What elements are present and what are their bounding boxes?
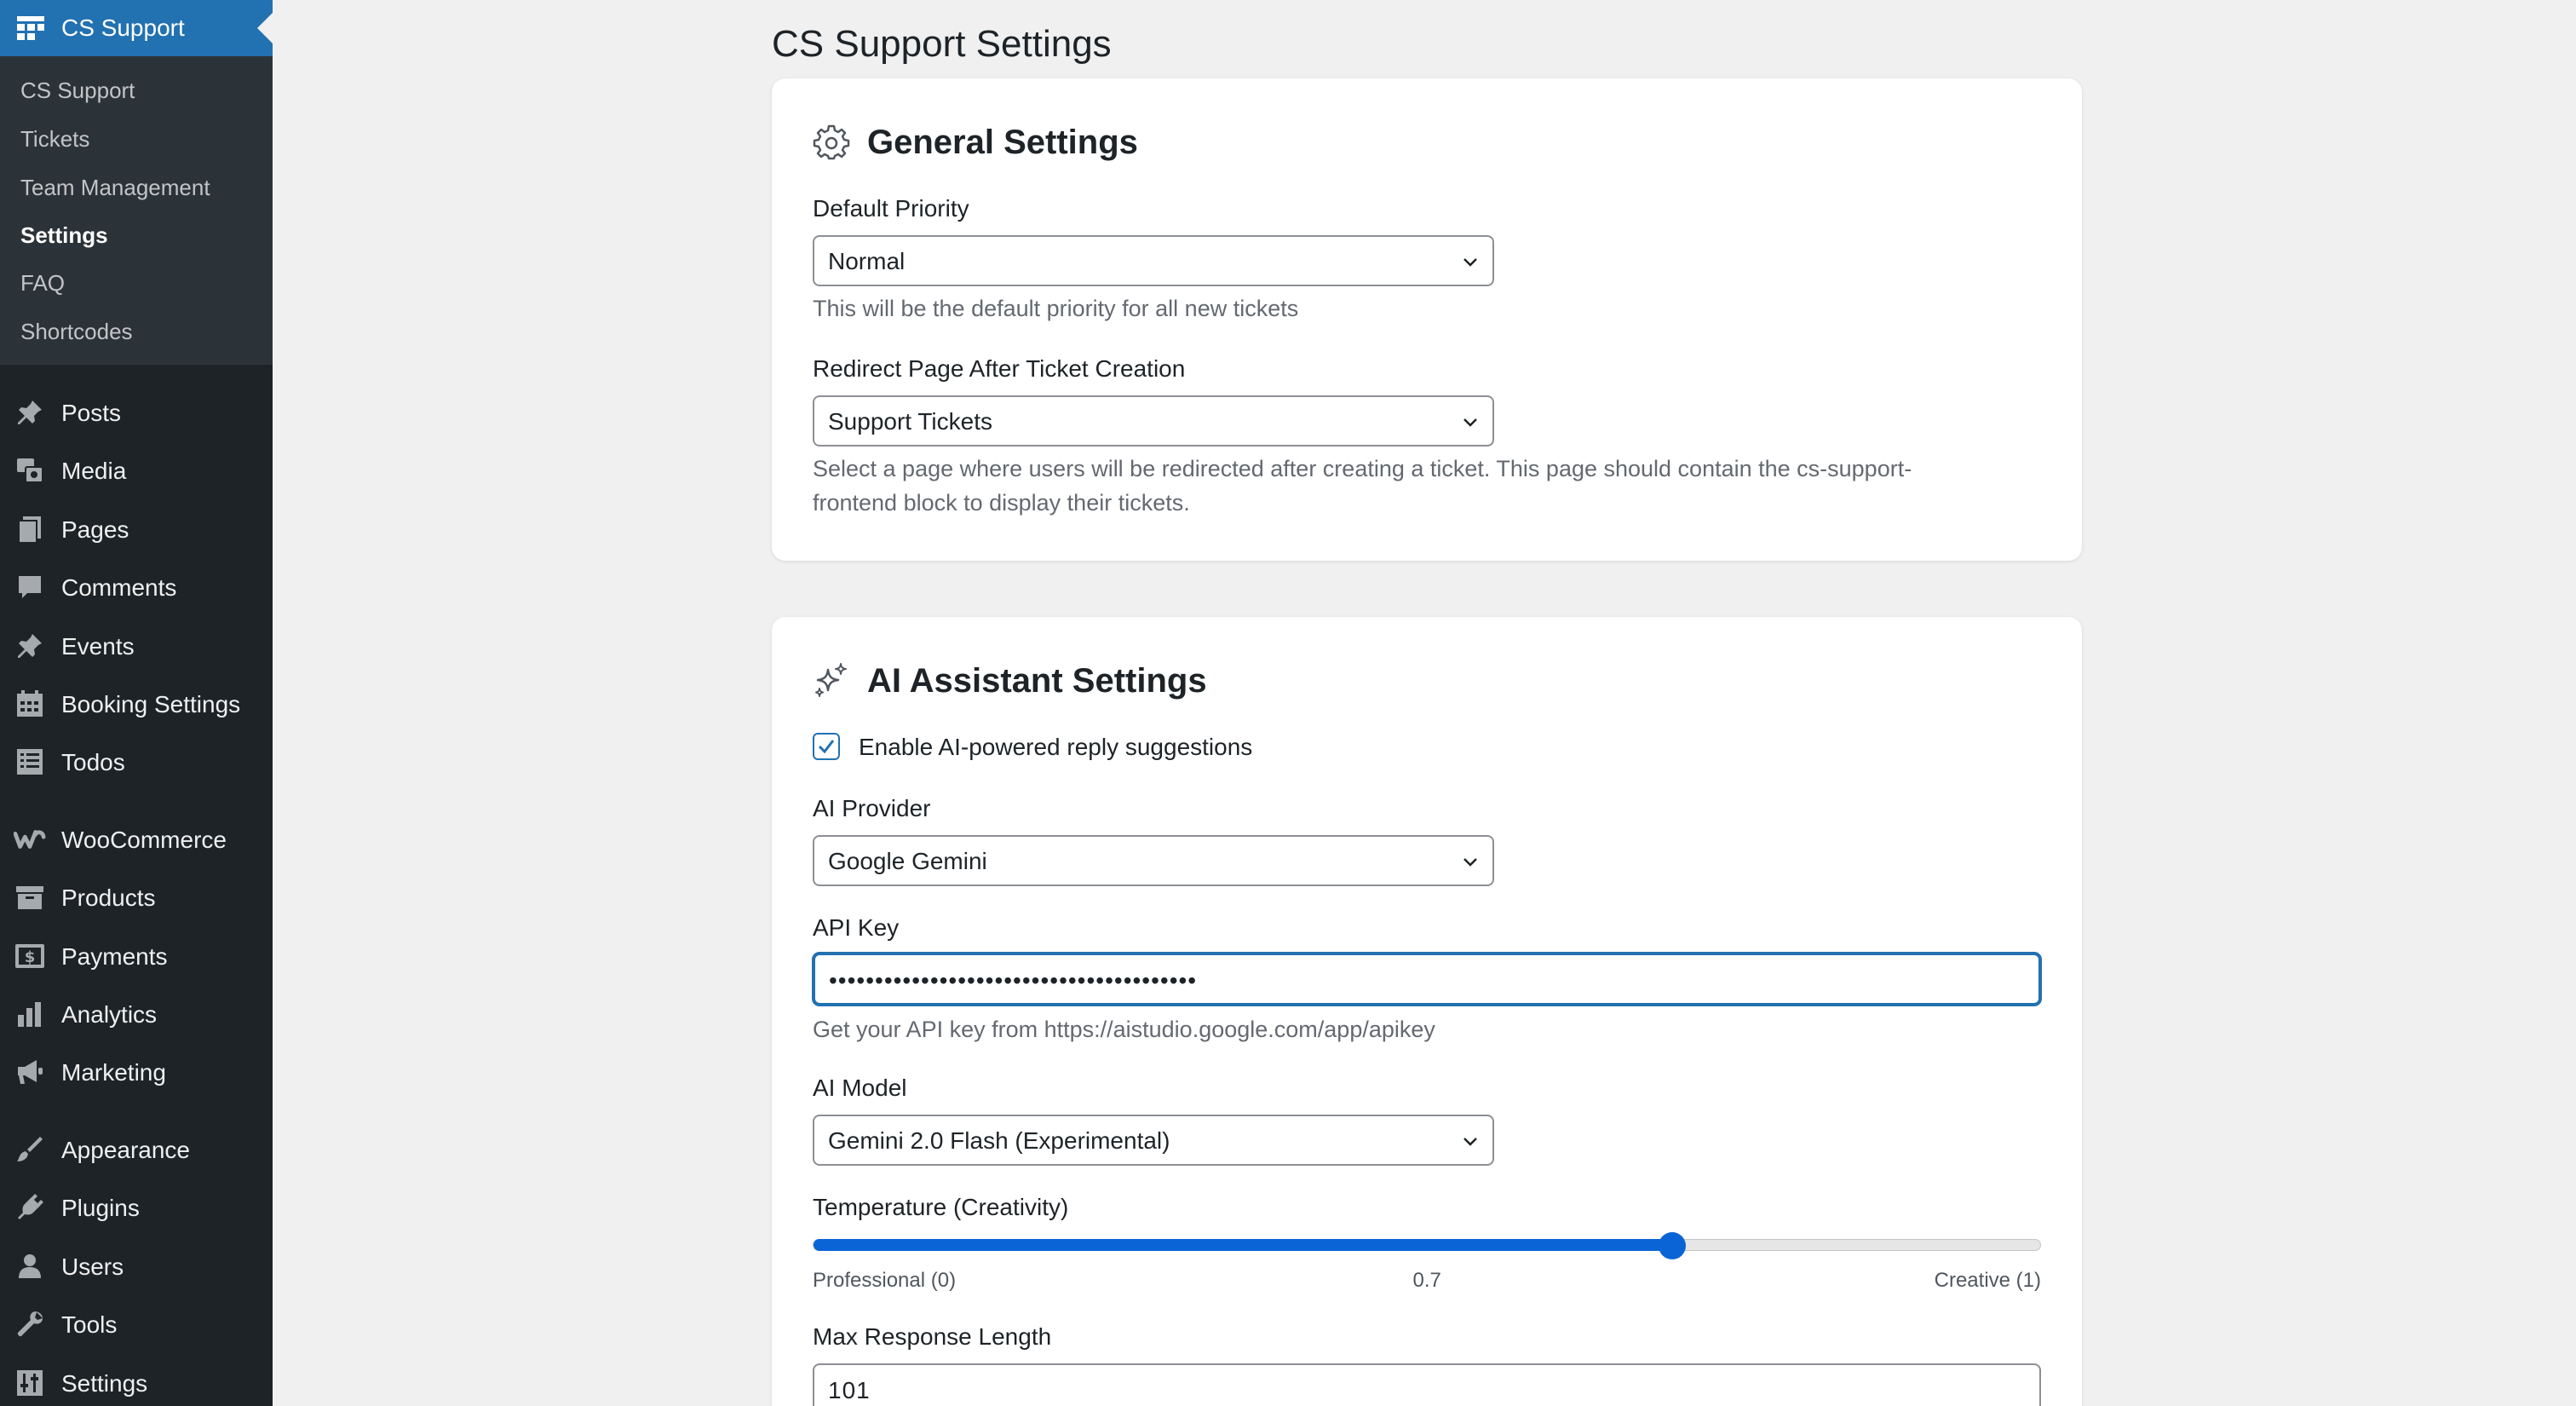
ai-provider-value: Google Gemini <box>828 848 987 874</box>
media-icon <box>14 455 46 486</box>
submenu-item-cs-support[interactable]: CS Support <box>20 77 135 104</box>
list-icon <box>14 746 46 777</box>
sidebar-item-payments[interactable]: $ Payments <box>0 931 273 982</box>
chevron-down-icon <box>1463 1138 1477 1146</box>
page-title: CS Support Settings <box>772 23 1112 65</box>
ai-provider-label: AI Provider <box>813 795 931 821</box>
sparkles-icon <box>815 663 847 697</box>
sidebar-item-media[interactable]: Media <box>0 445 273 496</box>
max-response-length-label: Max Response Length <box>813 1323 1052 1350</box>
general-settings-title: General Settings <box>867 124 1138 161</box>
general-settings-card: General Settings Default Priority Normal… <box>772 78 2082 561</box>
default-priority-select[interactable]: Normal <box>813 235 1494 286</box>
redirect-page-help-line2: frontend block to display their tickets. <box>813 490 1190 516</box>
archive-box-icon <box>14 882 46 913</box>
comment-icon <box>14 572 46 602</box>
enable-ai-checkbox[interactable] <box>813 733 840 760</box>
sidebar-item-cs-support-header[interactable]: CS Support <box>0 0 273 56</box>
ai-assistant-settings-title: AI Assistant Settings <box>867 662 1207 700</box>
api-key-label: API Key <box>813 914 900 941</box>
submenu-item-faq[interactable]: FAQ <box>20 269 65 297</box>
sidebar-item-products[interactable]: Products <box>0 872 273 923</box>
sidebar-item-woocommerce[interactable]: WooCommerce <box>0 814 273 865</box>
pages-icon <box>14 514 46 545</box>
max-response-length-value: 101 <box>828 1377 871 1403</box>
temperature-max-label: Creative (1) <box>1934 1269 2041 1292</box>
user-icon <box>14 1251 46 1282</box>
sidebar-item-analytics[interactable]: Analytics <box>0 988 273 1040</box>
wrench-icon <box>14 1309 46 1340</box>
redirect-page-value: Support Tickets <box>828 408 992 435</box>
plug-icon <box>14 1192 46 1223</box>
default-priority-label: Default Priority <box>813 195 969 222</box>
submenu-item-settings[interactable]: Settings <box>20 222 108 249</box>
pushpin-icon <box>14 631 46 661</box>
ai-model-value: Gemini 2.0 Flash (Experimental) <box>828 1127 1170 1154</box>
grid-dashboard-icon <box>17 16 44 40</box>
app-root: CS Support CS Support Tickets Team Manag… <box>0 0 2576 1406</box>
temperature-label: Temperature (Creativity) <box>813 1194 1069 1220</box>
chevron-down-icon <box>1463 858 1477 867</box>
redirect-page-select[interactable]: Support Tickets <box>813 395 1494 447</box>
ai-provider-select[interactable]: Google Gemini <box>813 835 1494 886</box>
max-response-length-input[interactable]: 101 <box>813 1363 2041 1406</box>
sidebar-item-events[interactable]: Events <box>0 620 273 671</box>
sidebar-item-booking-settings[interactable]: Booking Settings <box>0 678 273 729</box>
sidebar-item-users[interactable]: Users <box>0 1241 273 1292</box>
current-menu-notch <box>257 13 273 43</box>
temperature-slider[interactable] <box>813 1232 2041 1259</box>
temperature-value-label: 0.7 <box>1412 1269 1441 1292</box>
checkmark-icon <box>818 740 835 754</box>
submenu-item-tickets[interactable]: Tickets <box>20 125 89 153</box>
woocommerce-icon <box>14 824 46 855</box>
submenu-item-team-management[interactable]: Team Management <box>20 174 210 201</box>
ai-model-label: AI Model <box>813 1075 907 1101</box>
ai-assistant-settings-card: AI Assistant Settings Enable AI-powered … <box>772 617 2082 1406</box>
bar-chart-icon <box>14 999 46 1029</box>
sidebar-item-plugins[interactable]: Plugins <box>0 1182 273 1233</box>
temperature-slider-thumb[interactable] <box>1659 1232 1686 1259</box>
sidebar-item-appearance[interactable]: Appearance <box>0 1124 273 1175</box>
api-key-value: •••••••••••••••••••••••••••••••••••••••• <box>829 967 1198 994</box>
sidebar-item-posts[interactable]: Posts <box>0 387 273 438</box>
api-key-input[interactable]: •••••••••••••••••••••••••••••••••••••••• <box>813 953 2041 1006</box>
default-priority-help: This will be the default priority for al… <box>813 296 1299 321</box>
admin-sidebar: CS Support CS Support Tickets Team Manag… <box>0 0 273 1406</box>
chevron-down-icon <box>1463 418 1477 427</box>
enable-ai-label[interactable]: Enable AI-powered reply suggestions <box>859 733 1252 762</box>
sidebar-item-marketing[interactable]: Marketing <box>0 1046 273 1098</box>
pushpin-icon <box>14 397 46 428</box>
temperature-min-label: Professional (0) <box>813 1269 957 1292</box>
sidebar-item-tools[interactable]: Tools <box>0 1299 273 1350</box>
sidebar-item-pages[interactable]: Pages <box>0 504 273 555</box>
api-key-help: Get your API key from https://aistudio.g… <box>813 1017 1435 1042</box>
paintbrush-icon <box>14 1134 46 1165</box>
svg-text:$: $ <box>25 948 36 966</box>
sidebar-item-settings[interactable]: Settings <box>0 1357 273 1406</box>
sidebar-item-comments[interactable]: Comments <box>0 562 273 613</box>
calendar-icon <box>14 689 46 719</box>
redirect-page-label: Redirect Page After Ticket Creation <box>813 355 1186 382</box>
submenu-item-shortcodes[interactable]: Shortcodes <box>20 318 133 345</box>
megaphone-icon <box>14 1057 46 1087</box>
dollar-icon: $ <box>14 941 46 971</box>
sidebar-submenu: CS Support Tickets Team Management Setti… <box>0 56 273 365</box>
default-priority-value: Normal <box>828 248 906 274</box>
temperature-slider-fill <box>814 1239 1672 1251</box>
chevron-down-icon <box>1463 258 1477 267</box>
settings-sliders-icon <box>14 1368 46 1398</box>
sidebar-item-todos[interactable]: Todos <box>0 736 273 787</box>
gear-icon <box>813 124 850 160</box>
ai-model-select[interactable]: Gemini 2.0 Flash (Experimental) <box>813 1115 1494 1166</box>
sidebar-header-label: CS Support <box>61 14 185 41</box>
redirect-page-help-line1: Select a page where users will be redire… <box>813 456 1912 481</box>
